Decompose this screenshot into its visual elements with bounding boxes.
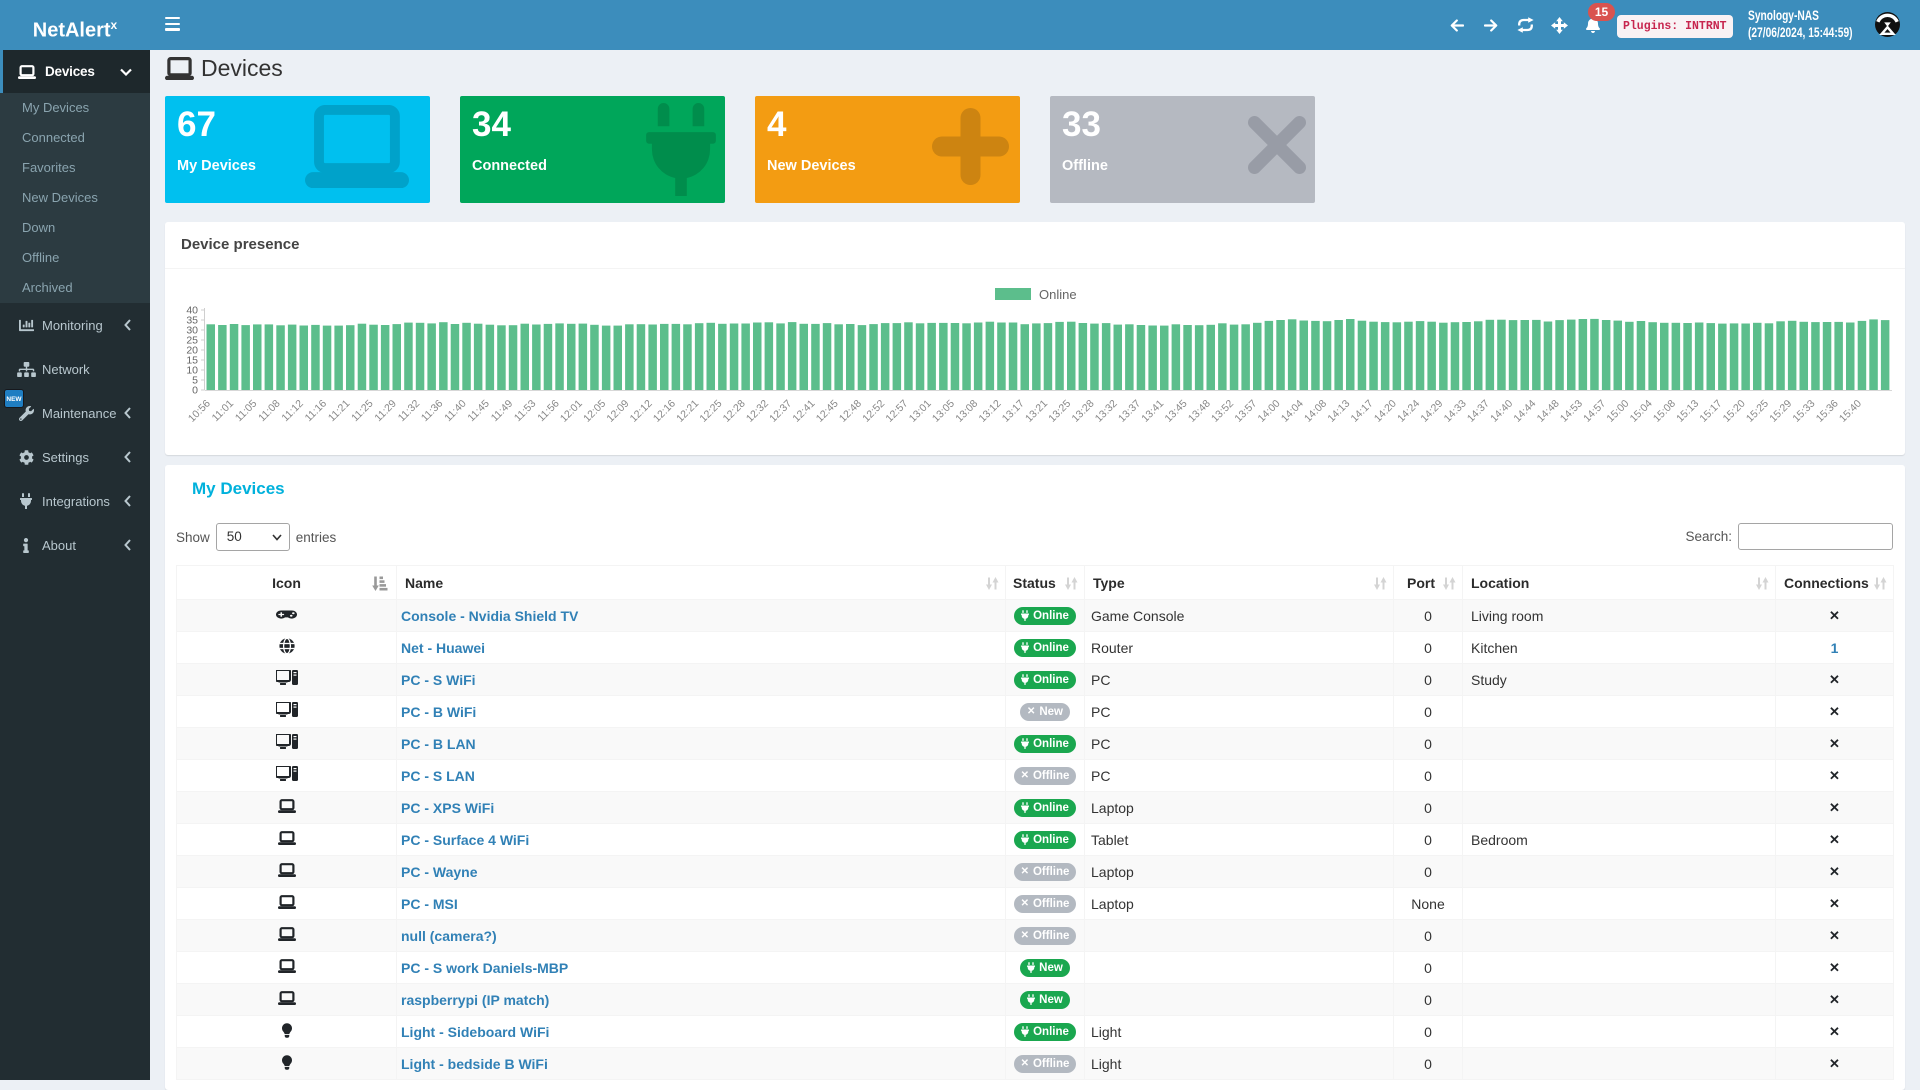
svg-text:11:12: 11:12 (279, 398, 306, 425)
svg-text:12:12: 12:12 (628, 398, 655, 425)
svg-text:11:16: 11:16 (303, 398, 330, 425)
svg-text:14:00: 14:00 (1256, 398, 1283, 425)
svg-text:11:45: 11:45 (465, 398, 492, 425)
svg-text:15:25: 15:25 (1744, 398, 1771, 425)
svg-text:15:20: 15:20 (1721, 398, 1748, 425)
svg-text:11:29: 11:29 (372, 398, 399, 425)
svg-text:11:01: 11:01 (210, 398, 237, 425)
svg-text:12:25: 12:25 (697, 398, 724, 425)
svg-text:14:48: 14:48 (1535, 398, 1562, 425)
svg-text:15:17: 15:17 (1697, 398, 1724, 425)
svg-text:12:16: 12:16 (651, 398, 678, 425)
svg-text:14:20: 14:20 (1372, 398, 1399, 425)
svg-text:13:17: 13:17 (1000, 398, 1027, 425)
svg-text:14:13: 14:13 (1325, 398, 1352, 425)
svg-text:11:08: 11:08 (256, 398, 283, 425)
svg-text:14:44: 14:44 (1511, 398, 1538, 425)
svg-text:11:53: 11:53 (512, 398, 539, 425)
svg-text:11:56: 11:56 (535, 398, 562, 425)
svg-text:12:32: 12:32 (744, 398, 771, 425)
svg-text:13:21: 13:21 (1023, 398, 1050, 425)
svg-text:12:57: 12:57 (883, 398, 910, 425)
svg-text:13:45: 13:45 (1163, 398, 1190, 425)
svg-text:12:09: 12:09 (604, 398, 631, 425)
svg-text:13:48: 13:48 (1186, 398, 1213, 425)
svg-text:14:24: 14:24 (1395, 398, 1422, 425)
svg-text:13:25: 13:25 (1046, 398, 1073, 425)
svg-text:11:40: 11:40 (442, 398, 469, 425)
svg-text:14:29: 14:29 (1418, 398, 1445, 425)
svg-text:12:48: 12:48 (837, 398, 864, 425)
svg-text:13:05: 13:05 (930, 398, 957, 425)
svg-text:13:57: 13:57 (1232, 398, 1259, 425)
svg-text:14:17: 14:17 (1349, 398, 1376, 425)
svg-text:15:13: 15:13 (1674, 398, 1701, 425)
svg-text:14:08: 14:08 (1302, 398, 1329, 425)
svg-text:15:40: 15:40 (1837, 398, 1864, 425)
svg-text:15:00: 15:00 (1604, 398, 1631, 425)
svg-text:14:33: 14:33 (1442, 398, 1469, 425)
svg-text:15:33: 15:33 (1790, 398, 1817, 425)
svg-text:13:32: 13:32 (1093, 398, 1120, 425)
svg-text:15:08: 15:08 (1651, 398, 1678, 425)
svg-text:11:36: 11:36 (419, 398, 446, 425)
svg-text:11:05: 11:05 (233, 398, 260, 425)
svg-text:12:52: 12:52 (860, 398, 887, 425)
svg-text:12:21: 12:21 (674, 398, 701, 425)
svg-text:14:04: 14:04 (1279, 398, 1306, 425)
svg-text:12:28: 12:28 (721, 398, 748, 425)
svg-text:11:21: 11:21 (326, 398, 353, 425)
svg-text:15:29: 15:29 (1767, 398, 1794, 425)
svg-text:12:41: 12:41 (790, 398, 817, 425)
svg-text:14:40: 14:40 (1488, 398, 1515, 425)
svg-text:11:32: 11:32 (396, 398, 423, 425)
svg-text:13:08: 13:08 (953, 398, 980, 425)
svg-text:14:53: 14:53 (1558, 398, 1585, 425)
svg-text:13:52: 13:52 (1209, 398, 1236, 425)
svg-text:12:37: 12:37 (767, 398, 794, 425)
svg-text:12:01: 12:01 (558, 398, 585, 425)
svg-text:11:25: 11:25 (349, 398, 376, 425)
svg-text:13:12: 13:12 (977, 398, 1004, 425)
svg-text:13:28: 13:28 (1070, 398, 1097, 425)
svg-text:13:41: 13:41 (1139, 398, 1166, 425)
svg-text:14:57: 14:57 (1581, 398, 1608, 425)
svg-text:15:36: 15:36 (1814, 398, 1841, 425)
svg-text:40: 40 (186, 305, 198, 317)
svg-text:13:01: 13:01 (907, 398, 934, 425)
svg-text:Online: Online (1039, 287, 1077, 302)
svg-text:11:49: 11:49 (489, 398, 516, 425)
svg-text:10:56: 10:56 (186, 398, 213, 425)
svg-text:14:37: 14:37 (1465, 398, 1492, 425)
svg-text:13:37: 13:37 (1116, 398, 1143, 425)
svg-text:12:45: 12:45 (814, 398, 841, 425)
svg-text:12:05: 12:05 (581, 398, 608, 425)
svg-text:15:04: 15:04 (1628, 398, 1655, 425)
